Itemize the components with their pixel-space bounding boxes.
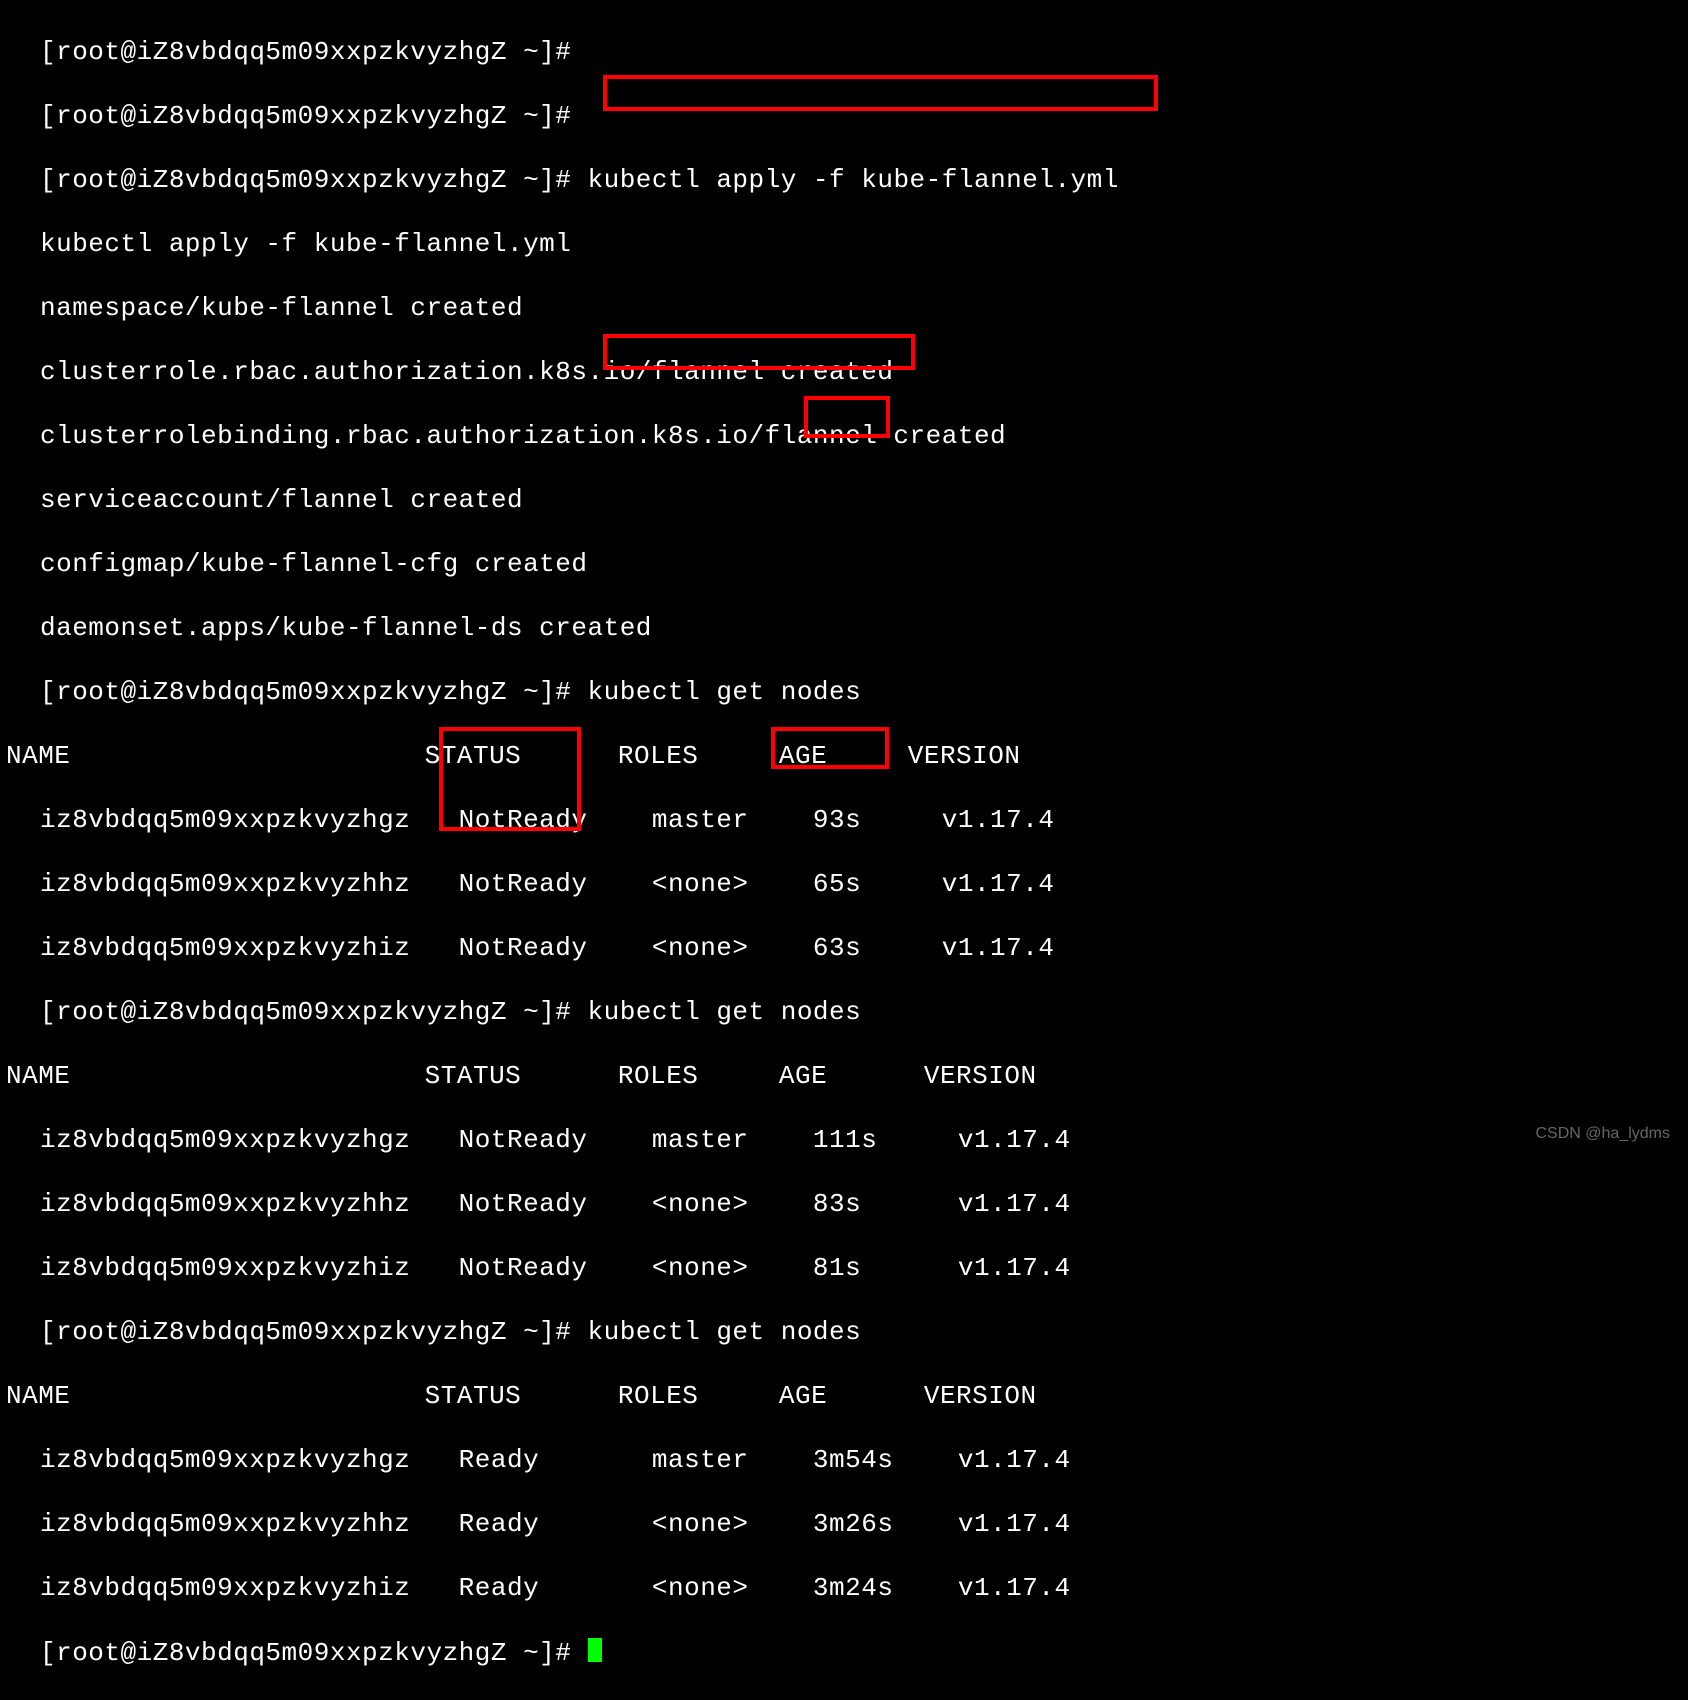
table-header: NAME STATUS ROLES AGE VERSION [6, 1060, 1688, 1092]
table-row: iz8vbdqq5m09xxpzkvyzhhz NotReady <none> … [6, 1188, 1688, 1220]
watermark-text: CSDN @ha_lydms [1536, 1118, 1671, 1150]
terminal-output: [root@iZ8vbdqq5m09xxpzkvyzhgZ ~]# [root@… [0, 0, 1688, 1700]
command-text: kubectl get nodes [588, 997, 862, 1027]
command-text: kubectl get nodes [588, 1317, 862, 1347]
command-text: kubectl get nodes [588, 677, 862, 707]
output-line: kubectl apply -f kube-flannel.yml [6, 228, 1688, 260]
prompt-text: [root@iZ8vbdqq5m09xxpzkvyzhgZ ~]# [40, 997, 588, 1027]
table-header: NAME STATUS ROLES AGE VERSION [6, 1380, 1688, 1412]
table-row: iz8vbdqq5m09xxpzkvyzhgz NotReady master … [6, 804, 1688, 836]
table-row: iz8vbdqq5m09xxpzkvyzhiz NotReady <none> … [6, 1252, 1688, 1284]
prompt-text: [root@iZ8vbdqq5m09xxpzkvyzhgZ ~]# [40, 165, 588, 195]
table-row: iz8vbdqq5m09xxpzkvyzhhz NotReady <none> … [6, 868, 1688, 900]
prompt-line-partial: [root@iZ8vbdqq5m09xxpzkvyzhgZ ~]# [6, 36, 1688, 68]
output-line: serviceaccount/flannel created [6, 484, 1688, 516]
prompt-text: [root@iZ8vbdqq5m09xxpzkvyzhgZ ~]# [40, 677, 588, 707]
table-row: iz8vbdqq5m09xxpzkvyzhiz NotReady <none> … [6, 932, 1688, 964]
output-line: clusterrole.rbac.authorization.k8s.io/fl… [6, 356, 1688, 388]
table-row: iz8vbdqq5m09xxpzkvyzhgz Ready master 3m5… [6, 1444, 1688, 1476]
prompt-text: [root@iZ8vbdqq5m09xxpzkvyzhgZ ~]# [40, 37, 571, 67]
table-row: iz8vbdqq5m09xxpzkvyzhgz NotReady master … [6, 1124, 1688, 1156]
prompt-line-cursor[interactable]: [root@iZ8vbdqq5m09xxpzkvyzhgZ ~]# [6, 1636, 1688, 1668]
prompt-line-apply[interactable]: [root@iZ8vbdqq5m09xxpzkvyzhgZ ~]# kubect… [6, 164, 1688, 196]
cursor-icon [588, 1638, 602, 1662]
command-text: kubectl apply -f kube-flannel.yml [588, 165, 1119, 195]
prompt-line-get1[interactable]: [root@iZ8vbdqq5m09xxpzkvyzhgZ ~]# kubect… [6, 676, 1688, 708]
prompt-line-get2[interactable]: [root@iZ8vbdqq5m09xxpzkvyzhgZ ~]# kubect… [6, 996, 1688, 1028]
prompt-text: [root@iZ8vbdqq5m09xxpzkvyzhgZ ~]# [40, 1317, 588, 1347]
table-row: iz8vbdqq5m09xxpzkvyzhiz Ready <none> 3m2… [6, 1572, 1688, 1604]
output-line: clusterrolebinding.rbac.authorization.k8… [6, 420, 1688, 452]
output-line: namespace/kube-flannel created [6, 292, 1688, 324]
table-row: iz8vbdqq5m09xxpzkvyzhhz Ready <none> 3m2… [6, 1508, 1688, 1540]
table-header: NAME STATUS ROLES AGE VERSION [6, 740, 1688, 772]
output-line: configmap/kube-flannel-cfg created [6, 548, 1688, 580]
prompt-line-empty: [root@iZ8vbdqq5m09xxpzkvyzhgZ ~]# [6, 100, 1688, 132]
prompt-line-get3[interactable]: [root@iZ8vbdqq5m09xxpzkvyzhgZ ~]# kubect… [6, 1316, 1688, 1348]
prompt-text: [root@iZ8vbdqq5m09xxpzkvyzhgZ ~]# [40, 1638, 588, 1668]
prompt-text: [root@iZ8vbdqq5m09xxpzkvyzhgZ ~]# [40, 101, 571, 131]
output-line: daemonset.apps/kube-flannel-ds created [6, 612, 1688, 644]
